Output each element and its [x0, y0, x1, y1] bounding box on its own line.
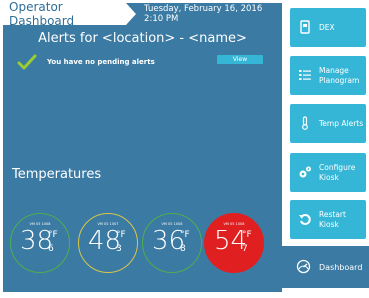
alerts-title: Alerts for <location> - <name>: [38, 31, 247, 46]
alert-message: You have no pending alerts: [47, 58, 155, 66]
view-button[interactable]: View: [217, 55, 263, 64]
sidebar: DEX Manage Planogram Temp Alerts Configu…: [282, 0, 369, 298]
gauge-decimal: 8: [180, 244, 186, 254]
dashboard-gauge-icon: [296, 259, 311, 274]
gauge-decimal: 3: [116, 244, 122, 254]
gauge-decimal: 6: [48, 244, 54, 254]
restart-icon: [299, 214, 311, 225]
temperature-gauge[interactable]: VM 05 1007 48 °F 3: [78, 213, 138, 273]
temperature-gauge[interactable]: VM 05 1008 54 °F 7: [204, 213, 264, 273]
list-icon: [299, 70, 311, 80]
sidebar-item-label: Configure Kiosk: [319, 162, 356, 182]
breadcrumb: Operator Dashboard Tuesday, February 16,…: [3, 0, 282, 28]
gauge-unit: °F: [242, 230, 252, 240]
checkmark-icon: [17, 54, 37, 70]
gauge-unit: °F: [116, 230, 126, 240]
configure-kiosk-button[interactable]: Configure Kiosk: [290, 153, 366, 192]
sidebar-item-label: DEX: [319, 22, 335, 32]
dashboard-button[interactable]: Dashboard: [282, 246, 369, 288]
temperature-gauge[interactable]: VM 05 1008 38 °F 6: [10, 213, 70, 273]
gauge-decimal: 7: [242, 244, 248, 254]
breadcrumb-datetime: Tuesday, February 16, 2016 2:10 PM: [144, 4, 263, 24]
temp-alerts-button[interactable]: Temp Alerts: [290, 104, 366, 143]
alert-row: You have no pending alerts View: [17, 53, 267, 71]
gauge-unit: °F: [180, 230, 190, 240]
sidebar-item-label: Temp Alerts: [319, 118, 364, 128]
sidebar-footer: [282, 288, 369, 298]
manage-planogram-button[interactable]: Manage Planogram: [290, 56, 366, 95]
gauge-unit: °F: [48, 230, 58, 240]
operator-dashboard-app: Operator Dashboard Tuesday, February 16,…: [0, 0, 369, 298]
restart-kiosk-button[interactable]: Restart Kiosk: [290, 200, 366, 239]
card-icon: [300, 20, 310, 34]
breadcrumb-title[interactable]: Operator Dashboard: [3, 0, 137, 28]
temperature-gauge[interactable]: VM 05 1008 36 °F 8: [142, 213, 202, 273]
dashboard-label: Dashboard: [319, 262, 363, 272]
sidebar-item-label: Manage Planogram: [319, 65, 360, 85]
gears-icon: [299, 166, 311, 178]
sidebar-item-label: Restart Kiosk: [319, 209, 346, 229]
dex-button[interactable]: DEX: [290, 8, 366, 47]
thermometer-icon: [302, 116, 308, 130]
temperatures-title: Temperatures: [12, 167, 102, 182]
main-panel: Operator Dashboard Tuesday, February 16,…: [3, 0, 282, 292]
